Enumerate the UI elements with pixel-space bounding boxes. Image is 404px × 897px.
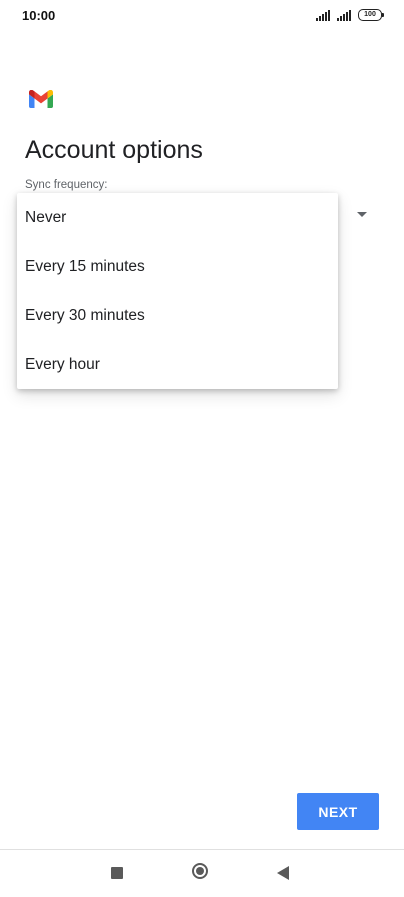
status-bar: 10:00 100 <box>0 0 404 34</box>
next-button[interactable]: NEXT <box>297 793 379 830</box>
status-time: 10:00 <box>22 8 56 23</box>
navigation-bar <box>0 850 404 897</box>
dropdown-arrow-icon[interactable] <box>357 212 367 217</box>
menu-item-every-30-minutes[interactable]: Every 30 minutes <box>17 291 338 340</box>
menu-item-every-15-minutes[interactable]: Every 15 minutes <box>17 242 338 291</box>
signal-icon <box>316 9 332 21</box>
back-icon[interactable] <box>277 866 289 880</box>
recent-apps-icon[interactable] <box>111 867 123 879</box>
sync-frequency-menu: Never Every 15 minutes Every 30 minutes … <box>17 193 338 389</box>
battery-icon: 100 <box>358 9 384 21</box>
gmail-logo-icon <box>29 89 53 108</box>
screen: 10:00 100 Account options Sync frequency… <box>0 0 404 897</box>
menu-item-every-hour[interactable]: Every hour <box>17 340 338 389</box>
page-title: Account options <box>25 136 203 164</box>
signal-icon-2 <box>337 9 353 21</box>
menu-item-never[interactable]: Never <box>17 193 338 242</box>
home-icon[interactable] <box>192 863 208 879</box>
status-icons: 100 <box>316 9 384 21</box>
sync-frequency-label: Sync frequency: <box>25 179 108 191</box>
